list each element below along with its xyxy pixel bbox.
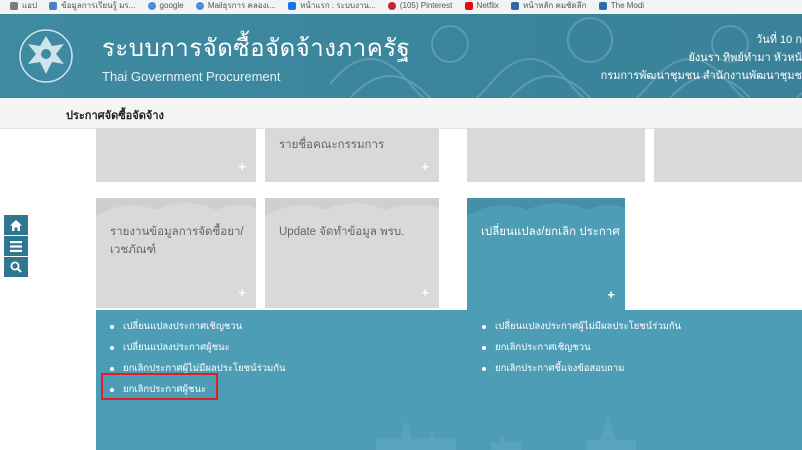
garuda-logo-icon xyxy=(19,29,73,83)
bookmark-icon xyxy=(288,1,297,10)
highlight-box xyxy=(101,373,218,400)
bullet-icon xyxy=(482,324,486,329)
current-date: วันที่ 10 ก xyxy=(756,34,802,46)
plus-icon: + xyxy=(421,159,429,174)
bullet-icon xyxy=(482,345,486,350)
plus-icon: + xyxy=(238,285,246,300)
bookmark-1[interactable]: ข้อมูลการเรียนรู้ มร... xyxy=(49,0,135,11)
tile-change-cancel-announcement[interactable]: เปลี่ยนแปลง/ยกเลิก ประกาศ + xyxy=(467,198,625,310)
bookmark-netflix[interactable]: Netflix xyxy=(464,0,499,11)
bookmark-apps[interactable]: แอป xyxy=(10,0,37,11)
netflix-icon xyxy=(464,1,473,10)
search-button[interactable] xyxy=(4,257,28,277)
breadcrumb-bar: ประกาศจัดซื้อจัดจ้าง xyxy=(0,98,802,129)
tile-blank-3[interactable] xyxy=(654,128,802,182)
globe-icon xyxy=(195,1,204,10)
temple-skyline-decoration xyxy=(376,416,636,450)
tile-update-act[interactable]: Update จัดทำข้อมูล พรบ. + xyxy=(265,198,439,308)
bookmark-news[interactable]: หน้าหลัก คมชัดลึก xyxy=(511,0,587,11)
bullet-icon xyxy=(110,366,114,371)
bookmark-pinterest[interactable]: (105) Pinterest xyxy=(387,0,452,11)
site-header: ระบบการจัดซื้อจัดจ้างภาครัฐ Thai Governm… xyxy=(0,14,802,98)
menu-item-change-no-conflict[interactable]: เปลี่ยนแปลงประกาศผู้ไม่มีผลประโยชน์ร่วมก… xyxy=(482,319,681,334)
apps-icon xyxy=(10,1,18,10)
user-name: ยังนรา ทิพย์ทำมา หัวหน้ xyxy=(688,52,802,64)
tile-committee-list[interactable]: รายชื่อคณะกรรมการ + xyxy=(265,128,439,182)
plus-icon: + xyxy=(421,285,429,300)
pinterest-icon xyxy=(387,1,396,10)
menu-item-cancel-clarification[interactable]: ยกเลิกประกาศชี้แจงข้อสอบถาม xyxy=(482,361,624,376)
tile-wave-decoration xyxy=(96,198,256,216)
menu-icon xyxy=(10,240,22,252)
globe-icon xyxy=(147,1,156,10)
site-title-english: Thai Government Procurement xyxy=(102,69,281,84)
bookmark-modi[interactable]: The Modi xyxy=(598,0,644,11)
tile-label: รายชื่อคณะกรรมการ xyxy=(279,139,385,151)
side-toolbar xyxy=(4,215,28,278)
bookmark-mail[interactable]: Mailธุรการ คลองเ... xyxy=(195,0,276,11)
tile-blank-1[interactable]: + xyxy=(96,128,256,182)
menu-button[interactable] xyxy=(4,236,28,256)
bookmark-home[interactable]: หน้าแรก : ระบบงาน... xyxy=(288,0,376,11)
bookmarks-bar: แอป ข้อมูลการเรียนรู้ มร... google Mailธ… xyxy=(0,0,802,14)
tile-label-line1: รายงานข้อมูลการจัดซื้อยา/ xyxy=(110,226,244,238)
bullet-icon xyxy=(482,366,486,371)
tile-label: เปลี่ยนแปลง/ยกเลิก ประกาศ xyxy=(481,226,620,238)
bullet-icon xyxy=(110,345,114,350)
news-icon xyxy=(511,1,520,10)
bookmark-icon xyxy=(49,1,58,10)
bookmark-google[interactable]: google xyxy=(147,0,184,11)
tile-label: Update จัดทำข้อมูล พรบ. xyxy=(279,226,405,238)
tile-blank-2[interactable] xyxy=(467,128,645,182)
menu-item-change-winner[interactable]: เปลี่ยนแปลงประกาศผู้ชนะ xyxy=(110,340,230,355)
plus-icon: + xyxy=(238,159,246,174)
menu-item-change-invitation[interactable]: เปลี่ยนแปลงประกาศเชิญชวน xyxy=(110,319,242,334)
home-button[interactable] xyxy=(4,215,28,235)
site-title-thai: ระบบการจัดซื้อจัดจ้างภาครัฐ xyxy=(102,36,411,62)
tile-label-line2: เวชภัณฑ์ xyxy=(110,244,156,256)
menu-item-cancel-invitation[interactable]: ยกเลิกประกาศเชิญชวน xyxy=(482,340,591,355)
page-title: ประกาศจัดซื้อจัดจ้าง xyxy=(66,110,164,122)
home-icon xyxy=(10,219,22,231)
tile-wave-decoration xyxy=(467,198,625,216)
bookmark-icon xyxy=(598,1,607,10)
search-icon xyxy=(10,261,22,273)
tile-drug-procurement-report[interactable]: รายงานข้อมูลการจัดซื้อยา/ เวชภัณฑ์ + xyxy=(96,198,256,308)
tile-wave-decoration xyxy=(265,198,439,216)
plus-icon: + xyxy=(607,287,615,302)
bullet-icon xyxy=(110,324,114,329)
user-department: กรมการพัฒนาชุมชน สำนักงานพัฒนาชุมช xyxy=(600,70,802,82)
